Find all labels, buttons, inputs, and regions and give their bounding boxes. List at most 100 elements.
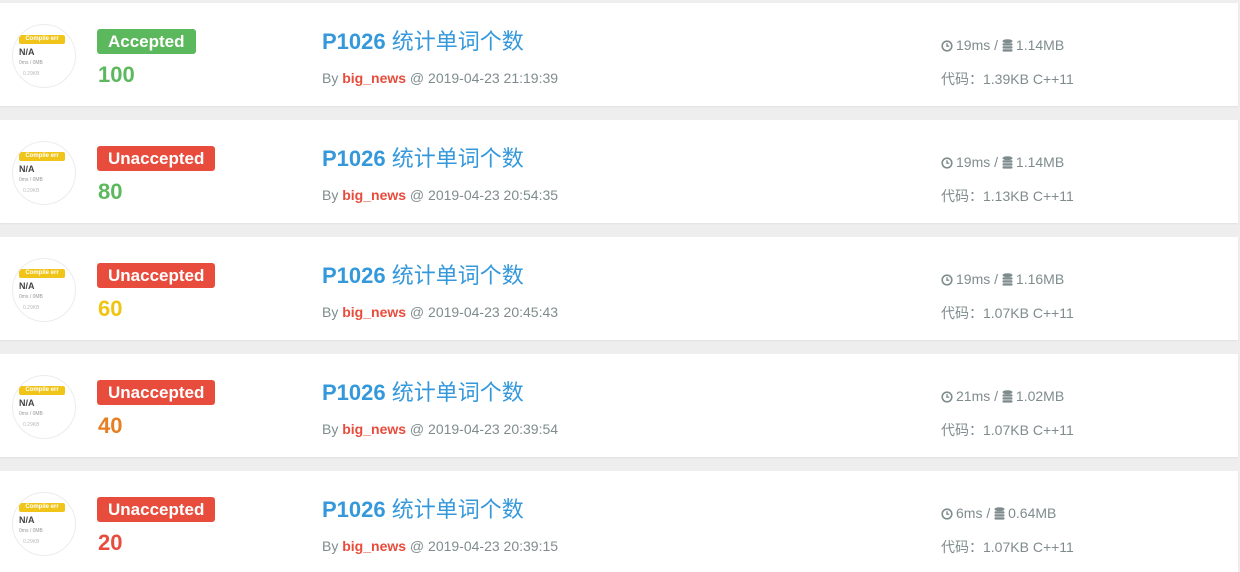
problem-id: P1026: [322, 29, 386, 54]
user-link[interactable]: big_news: [342, 187, 406, 203]
problem-link[interactable]: P1026 统计单词个数: [322, 27, 524, 57]
language: C++11: [1032, 188, 1074, 204]
code-size: 1.13KB: [983, 188, 1029, 204]
status-badge[interactable]: Unaccepted: [97, 263, 216, 288]
language: C++11: [1032, 422, 1074, 438]
avatar-code-size: 0.29KB: [23, 188, 40, 194]
by-label: By: [322, 70, 339, 86]
submit-time: 2019-04-23 21:19:39: [428, 70, 559, 86]
user-link[interactable]: big_news: [342, 421, 406, 437]
submission-meta: By big_news @ 2019-04-23 20:39:15: [322, 537, 558, 555]
problem-id: P1026: [322, 146, 386, 171]
submission-meta: By big_news @ 2019-04-23 20:39:54: [322, 420, 558, 438]
code-info: 代码：1.13KB C++11: [941, 187, 1074, 205]
avatar-score: N/A: [19, 515, 35, 525]
by-label: By: [322, 421, 339, 437]
performance: 19ms / 1.14MB: [941, 36, 1064, 54]
avatar[interactable]: Compile err N/A 0ms / 0MB 0.29KB: [12, 492, 76, 556]
avatar-stats: 0ms / 0MB: [19, 294, 43, 300]
code-label: 代码：: [941, 188, 983, 204]
avatar-stats: 0ms / 0MB: [19, 411, 43, 417]
avatar-stats: 0ms / 0MB: [19, 177, 43, 183]
avatar-score: N/A: [19, 281, 35, 291]
code-size: 1.07KB: [983, 422, 1029, 438]
status-badge[interactable]: Unaccepted: [97, 380, 216, 405]
at-label: @: [409, 70, 425, 86]
avatar-stats: 0ms / 0MB: [19, 528, 43, 534]
status-badge[interactable]: Accepted: [97, 29, 196, 54]
avatar[interactable]: Compile err N/A 0ms / 0MB 0.29KB: [12, 24, 76, 88]
problem-link[interactable]: P1026 统计单词个数: [322, 495, 524, 525]
avatar-status-badge: Compile err: [19, 152, 65, 161]
problem-link[interactable]: P1026 统计单词个数: [322, 378, 524, 408]
problem-title: 统计单词个数: [391, 380, 524, 405]
avatar-status-badge: Compile err: [19, 503, 65, 512]
code-size: 1.39KB: [983, 71, 1029, 87]
avatar-code-size: 0.29KB: [23, 422, 40, 428]
problem-id: P1026: [322, 380, 386, 405]
avatar-score: N/A: [19, 398, 35, 408]
duration: 19ms: [956, 154, 991, 170]
problem-link[interactable]: P1026 统计单词个数: [322, 261, 524, 291]
submit-time: 2019-04-23 20:39:15: [428, 538, 559, 554]
clock-icon: [941, 508, 953, 520]
memory: 1.14MB: [1015, 37, 1065, 53]
score: 20: [98, 530, 123, 555]
code-size: 1.07KB: [983, 539, 1029, 555]
record-card: Compile err N/A 0ms / 0MB 0.29KB Unaccep…: [0, 120, 1238, 223]
at-label: @: [409, 304, 425, 320]
separator: /: [994, 154, 999, 170]
avatar-score: N/A: [19, 164, 35, 174]
score: 60: [98, 296, 123, 321]
record-card: Compile err N/A 0ms / 0MB 0.29KB Accepte…: [0, 3, 1238, 106]
record-card: Compile err N/A 0ms / 0MB 0.29KB Unaccep…: [0, 354, 1238, 457]
score: 100: [98, 62, 135, 87]
performance: 19ms / 1.14MB: [941, 153, 1064, 171]
clock-icon: [941, 157, 953, 169]
memory: 1.02MB: [1015, 388, 1065, 404]
problem-id: P1026: [322, 263, 386, 288]
user-link[interactable]: big_news: [342, 304, 406, 320]
avatar-status-badge: Compile err: [19, 269, 65, 278]
avatar[interactable]: Compile err N/A 0ms / 0MB 0.29KB: [12, 375, 76, 439]
performance: 21ms / 1.02MB: [941, 387, 1064, 405]
database-icon: [1002, 156, 1013, 169]
code-size: 1.07KB: [983, 305, 1029, 321]
duration: 6ms: [956, 505, 983, 521]
user-link[interactable]: big_news: [342, 538, 406, 554]
problem-title: 统计单词个数: [391, 146, 524, 171]
duration: 19ms: [956, 271, 991, 287]
avatar[interactable]: Compile err N/A 0ms / 0MB 0.29KB: [12, 141, 76, 205]
status-badge[interactable]: Unaccepted: [97, 146, 216, 171]
submit-time: 2019-04-23 20:39:54: [428, 421, 559, 437]
avatar-stats: 0ms / 0MB: [19, 60, 43, 66]
code-label: 代码：: [941, 71, 983, 87]
performance: 19ms / 1.16MB: [941, 270, 1064, 288]
record-card: Compile err N/A 0ms / 0MB 0.29KB Unaccep…: [0, 471, 1238, 572]
language: C++11: [1032, 539, 1074, 555]
at-label: @: [409, 187, 425, 203]
user-link[interactable]: big_news: [342, 70, 406, 86]
avatar-status-badge: Compile err: [19, 35, 65, 44]
separator: /: [994, 271, 999, 287]
code-info: 代码：1.39KB C++11: [941, 70, 1074, 88]
score: 40: [98, 413, 123, 438]
problem-link[interactable]: P1026 统计单词个数: [322, 144, 524, 174]
database-icon: [994, 507, 1005, 520]
record-list: Compile err N/A 0ms / 0MB 0.29KB Accepte…: [0, 0, 1240, 572]
problem-title: 统计单词个数: [391, 29, 524, 54]
avatar-code-size: 0.29KB: [23, 305, 40, 311]
by-label: By: [322, 187, 339, 203]
avatar[interactable]: Compile err N/A 0ms / 0MB 0.29KB: [12, 258, 76, 322]
memory: 0.64MB: [1008, 505, 1057, 521]
problem-title: 统计单词个数: [391, 497, 524, 522]
memory: 1.14MB: [1015, 154, 1065, 170]
avatar-status-badge: Compile err: [19, 386, 65, 395]
database-icon: [1002, 273, 1013, 286]
at-label: @: [409, 421, 425, 437]
problem-id: P1026: [322, 497, 386, 522]
avatar-score: N/A: [19, 47, 35, 57]
at-label: @: [409, 538, 425, 554]
separator: /: [994, 388, 999, 404]
status-badge[interactable]: Unaccepted: [97, 497, 216, 522]
